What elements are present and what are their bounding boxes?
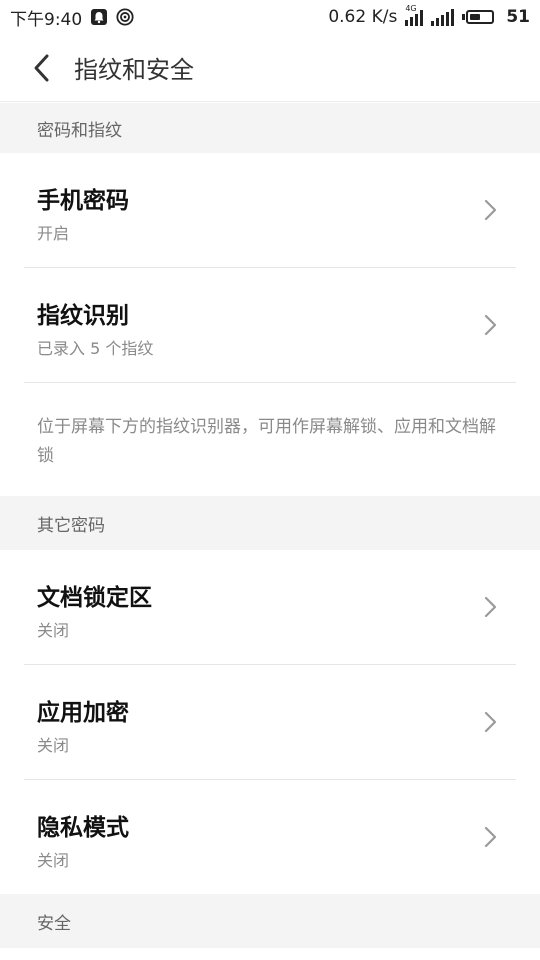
list-item-fingerprint[interactable]: 指纹识别 已录入 5 个指纹 — [0, 268, 540, 382]
battery-icon — [462, 10, 495, 24]
list-item-app-encryption[interactable]: 应用加密 关闭 — [0, 665, 540, 779]
list-item-phone-password[interactable]: 手机密码 开启 — [0, 153, 540, 267]
list-item-privacy-mode[interactable]: 隐私模式 关闭 — [0, 780, 540, 894]
item-title: 手机密码 — [37, 188, 129, 214]
item-title: 隐私模式 — [37, 815, 129, 841]
status-bar-left: 下午9:40 — [10, 5, 134, 30]
chevron-right-icon — [484, 711, 497, 733]
item-title: 指纹识别 — [37, 303, 129, 329]
chevron-right-icon — [484, 314, 497, 336]
item-title: 文档锁定区 — [37, 585, 152, 611]
item-subtitle: 开启 — [37, 224, 70, 243]
item-title: 应用加密 — [37, 700, 129, 726]
chevron-left-icon — [34, 54, 49, 81]
item-subtitle: 已录入 5 个指纹 — [37, 339, 154, 358]
item-subtitle: 关闭 — [37, 736, 70, 755]
status-bar-right: 0.62 K/s 4G 51 — [328, 4, 530, 28]
section-header-security: 安全 — [0, 894, 540, 948]
settings-list: 密码和指纹 手机密码 开启 指纹识别 已录入 5 个指纹 位于屏幕下方的指纹识别… — [0, 103, 540, 948]
list-item-document-lock[interactable]: 文档锁定区 关闭 — [0, 550, 540, 664]
item-subtitle: 关闭 — [37, 851, 70, 870]
chevron-right-icon — [484, 826, 497, 848]
status-bar: 下午9:40 0.62 K/s 4G 51 — [0, 0, 540, 34]
section-header-password-fingerprint: 密码和指纹 — [0, 103, 540, 153]
network-type-label: 4G — [405, 4, 417, 13]
section-header-other-passwords: 其它密码 — [0, 496, 540, 550]
toolbar: 指纹和安全 — [0, 34, 540, 102]
signal-icon — [431, 8, 455, 26]
item-subtitle: 关闭 — [37, 621, 70, 640]
status-time: 下午9:40 — [10, 9, 83, 30]
chevron-right-icon — [484, 199, 497, 221]
page-title: 指纹和安全 — [74, 56, 194, 84]
notification-icon — [90, 8, 108, 26]
fingerprint-description: 位于屏幕下方的指纹识别器，可用作屏幕解锁、应用和文档解锁 — [37, 417, 496, 466]
chevron-right-icon — [484, 596, 497, 618]
back-button[interactable] — [12, 34, 72, 102]
battery-percent: 51 — [506, 7, 530, 27]
battery-fill — [470, 14, 481, 20]
signal-4g-icon: 4G — [405, 4, 424, 26]
network-speed: 0.62 K/s — [328, 7, 398, 27]
hotspot-icon — [116, 8, 134, 26]
